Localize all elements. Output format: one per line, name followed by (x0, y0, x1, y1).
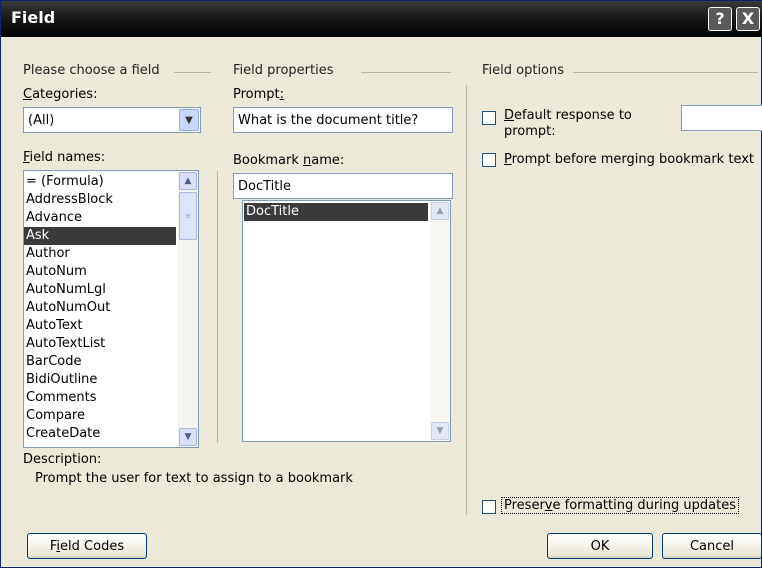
categories-label: Categories: (23, 87, 98, 102)
list-item[interactable]: Ask (24, 227, 176, 245)
list-item[interactable]: BidiOutline (24, 371, 176, 389)
list-item[interactable]: CreateDate (24, 425, 176, 443)
list-item[interactable]: Comments (24, 389, 176, 407)
prompt-value: What is the document title? (238, 112, 419, 128)
list-item[interactable]: = (Formula) (24, 173, 176, 191)
close-icon: X (741, 9, 755, 28)
bookmark-name-value: DocTitle (238, 178, 291, 194)
divider (174, 72, 211, 73)
field-codes-button[interactable]: Field Codes (27, 533, 147, 559)
cancel-button[interactable]: Cancel (662, 533, 762, 559)
field-names-list[interactable]: = (Formula) AddressBlock Advance Ask Author A… (23, 170, 199, 448)
list-item[interactable]: Compare (24, 407, 176, 425)
bookmark-name-label: Bookmark name: (233, 153, 345, 168)
divider (361, 72, 451, 73)
bookmark-name-input[interactable]: DocTitle (233, 173, 453, 199)
list-item[interactable]: AutoNum (24, 263, 176, 281)
list-item[interactable]: BarCode (24, 353, 176, 371)
field-options-group-label: Field options (482, 63, 565, 78)
prompt-input[interactable]: What is the document title? (233, 107, 453, 133)
description-text: Prompt the user for text to assign to a … (35, 471, 353, 486)
prompt-before-merging-checkbox[interactable] (482, 153, 496, 167)
list-item[interactable]: AutoNumOut (24, 299, 176, 317)
list-item[interactable]: AutoText (24, 317, 176, 335)
list-item[interactable]: Advance (24, 209, 176, 227)
preserve-formatting-checkbox[interactable] (482, 500, 496, 514)
default-response-label: Default response to prompt: (504, 108, 632, 139)
field-properties-group-label: Field properties (233, 63, 334, 78)
field-names-label: Field names: (23, 150, 106, 165)
description-label: Description: (23, 452, 102, 467)
dialog-title: Field (11, 8, 56, 27)
scroll-thumb[interactable]: ≡ (179, 192, 197, 240)
choose-field-group-label: Please choose a field (23, 63, 160, 78)
close-button[interactable]: X (736, 7, 760, 31)
list-item[interactable]: AddressBlock (24, 191, 176, 209)
scroll-up-icon[interactable]: ▲ (431, 202, 449, 220)
ok-button[interactable]: OK (547, 533, 653, 559)
field-codes-label: Field Codes (49, 538, 125, 554)
scroll-down-icon[interactable]: ▼ (431, 422, 449, 440)
list-item[interactable]: AutoNumLgl (24, 281, 176, 299)
column-divider (217, 171, 218, 443)
field-names-scrollbar[interactable]: ▲ ≡ ▼ (178, 171, 198, 447)
scroll-down-icon[interactable]: ▼ (179, 428, 197, 446)
list-item[interactable]: AutoTextList (24, 335, 176, 353)
default-response-input[interactable] (681, 105, 762, 131)
prompt-before-merging-label: Prompt before merging bookmark text (504, 152, 754, 167)
ok-label: OK (590, 538, 610, 554)
default-response-checkbox[interactable] (482, 111, 496, 125)
column-divider (466, 85, 467, 515)
divider (573, 72, 758, 73)
list-item[interactable]: Author (24, 245, 176, 263)
bookmark-list[interactable]: DocTitle ▲ ▼ (242, 200, 451, 442)
scroll-up-icon[interactable]: ▲ (179, 172, 197, 190)
title-bar[interactable]: Field ? X (1, 1, 762, 37)
categories-dropdown[interactable]: (All) ▼ (23, 107, 201, 133)
help-button[interactable]: ? (708, 7, 732, 31)
dropdown-arrow-icon[interactable]: ▼ (179, 109, 199, 131)
field-dialog: Field ? X Please choose a field Categori… (0, 0, 762, 568)
list-item[interactable]: DocTitle (244, 203, 428, 221)
bookmark-scrollbar[interactable]: ▲ ▼ (430, 201, 450, 441)
preserve-formatting-label: Preserve formatting during updates (501, 497, 739, 514)
categories-value: (All) (28, 112, 55, 128)
prompt-label: Prompt: (233, 87, 285, 102)
help-icon: ? (715, 9, 725, 28)
cancel-label: Cancel (689, 538, 735, 554)
